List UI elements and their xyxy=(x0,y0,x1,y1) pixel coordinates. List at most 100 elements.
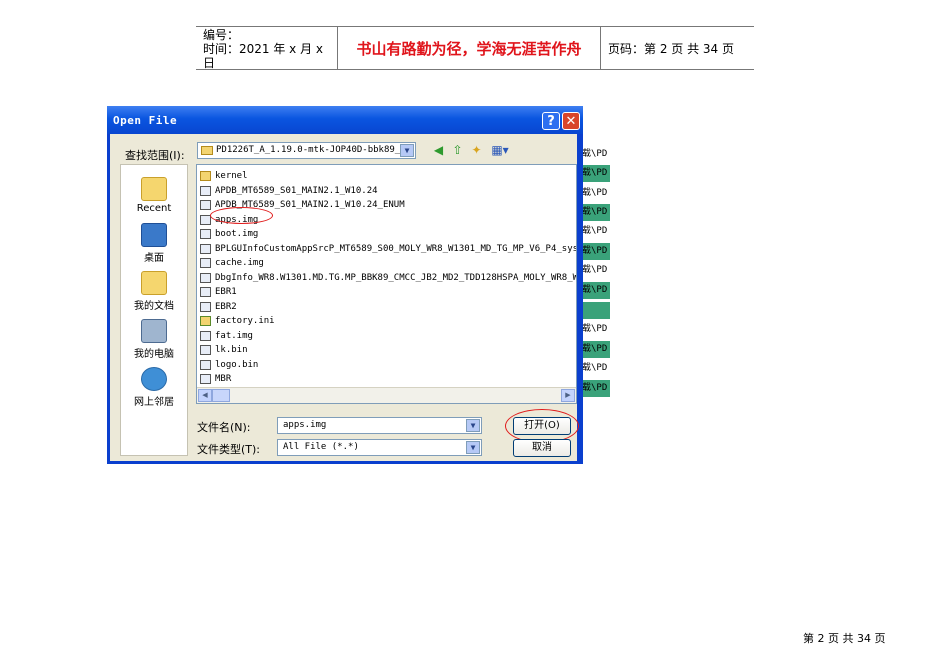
desktop-icon xyxy=(141,223,167,247)
dialog-titlebar[interactable]: Open File ? ✕ xyxy=(107,106,583,134)
serial-label: 编号： xyxy=(203,28,240,42)
dialog-title: Open File xyxy=(113,114,178,127)
file-name: boot.img xyxy=(215,229,259,239)
file-icon xyxy=(200,374,211,384)
file-icon xyxy=(200,345,211,355)
file-icon xyxy=(200,185,211,196)
file-icon xyxy=(200,330,211,341)
look-in-dropdown[interactable]: PD1226T_A_1.19.0-mtk-JOP40D-bbk89_cm ▼ xyxy=(197,142,416,159)
file-item[interactable]: fat.img xyxy=(200,329,253,343)
dialog-body: 查找范围(I): PD1226T_A_1.19.0-mtk-JOP40D-bbk… xyxy=(110,134,579,461)
background-row: 载\PD xyxy=(581,204,610,221)
file-item[interactable]: kernel xyxy=(200,169,248,183)
highlight-ellipse-apps xyxy=(210,207,273,224)
background-row: 载\PD xyxy=(581,165,610,182)
folder-icon xyxy=(201,146,213,155)
page-footer: 第 2 页 共 34 页 xyxy=(803,632,886,645)
header-page-info: 页码：第 2 页 共 34 页 xyxy=(608,41,734,56)
my-computer-icon xyxy=(141,319,167,343)
filename-input[interactable]: apps.img ▼ xyxy=(277,417,482,434)
place-label: 我的文档 xyxy=(134,301,174,312)
filename-value: apps.img xyxy=(283,420,327,430)
back-icon[interactable]: ◀ xyxy=(431,143,446,158)
chevron-down-icon[interactable]: ▼ xyxy=(400,144,414,157)
recent-folder-icon xyxy=(141,177,167,201)
file-item[interactable]: BPLGUInfoCustomAppSrcP_MT6589_S00_MOLY_W… xyxy=(200,242,577,256)
background-row xyxy=(581,302,610,319)
filetype-select[interactable]: All File (*.*) ▼ xyxy=(277,439,482,456)
background-row: 载\PD xyxy=(581,341,610,358)
file-name: MBR xyxy=(215,374,232,384)
place-label: 我的电脑 xyxy=(134,349,174,360)
file-name: lk.bin xyxy=(215,345,248,355)
file-item[interactable]: boot.img xyxy=(200,227,258,241)
file-item[interactable]: logo.bin xyxy=(200,358,258,372)
file-name: factory.ini xyxy=(215,316,275,326)
places-bar: Recent 桌面 我的文档 我的电脑 网上邻居 xyxy=(120,164,188,456)
file-item[interactable]: MBR xyxy=(200,372,231,386)
help-button[interactable]: ? xyxy=(542,112,560,130)
place-label: 网上邻居 xyxy=(134,397,174,408)
file-name: logo.bin xyxy=(215,359,259,370)
file-item[interactable]: DbgInfo_WR8.W1301.MD.TG.MP_BBK89_CMCC_JB… xyxy=(200,271,577,285)
filename-label: 文件名(N): xyxy=(197,421,251,434)
chevron-down-icon[interactable]: ▼ xyxy=(466,419,480,432)
file-item[interactable]: lk.bin xyxy=(200,343,248,357)
file-item[interactable]: cache.img xyxy=(200,256,264,270)
chevron-down-icon[interactable]: ▼ xyxy=(466,441,480,454)
file-item[interactable]: APDB_MT6589_S01_MAIN2.1_W10.24 xyxy=(200,184,378,198)
view-menu-icon[interactable]: ▦▾ xyxy=(489,143,511,158)
place-network[interactable]: 网上邻居 xyxy=(121,367,187,408)
scroll-thumb[interactable] xyxy=(212,389,230,402)
file-name: cache.img xyxy=(215,258,264,268)
document-header: 编号： 时间：2021 年 x 月 x 日 书山有路勤为径，学海无涯苦作舟 页码… xyxy=(196,26,754,70)
filetype-value: All File (*.*) xyxy=(283,442,359,452)
file-icon xyxy=(200,287,211,297)
cancel-button[interactable]: 取消 xyxy=(513,439,571,457)
file-item[interactable]: EBR1 xyxy=(200,285,237,299)
file-name: BPLGUInfoCustomAppSrcP_MT6589_S00_MOLY_W… xyxy=(215,243,577,254)
file-name: kernel xyxy=(215,171,248,181)
place-recent[interactable]: Recent xyxy=(121,177,187,214)
background-row: 载\PD xyxy=(581,380,610,397)
time-label: 时间：2021 年 x 月 x 日 xyxy=(203,42,324,70)
file-icon xyxy=(200,229,211,239)
file-name: DbgInfo_WR8.W1301.MD.TG.MP_BBK89_CMCC_JB… xyxy=(215,272,577,283)
background-row: 载\PD xyxy=(581,282,610,299)
background-row: 载\PD xyxy=(581,360,610,377)
file-icon xyxy=(200,301,211,312)
file-icon xyxy=(200,272,211,283)
scroll-right-icon[interactable]: ▶ xyxy=(561,389,575,402)
background-row: 载\PD xyxy=(581,146,610,163)
background-row: 载\PD xyxy=(581,243,610,260)
new-folder-icon[interactable]: ✦ xyxy=(469,143,484,158)
file-icon xyxy=(200,359,211,370)
place-my-documents[interactable]: 我的文档 xyxy=(121,271,187,312)
place-my-computer[interactable]: 我的电脑 xyxy=(121,319,187,360)
header-left-cell: 编号： 时间：2021 年 x 月 x 日 xyxy=(196,27,338,70)
close-button[interactable]: ✕ xyxy=(562,112,580,130)
background-row: 载\PD xyxy=(581,223,610,240)
look-in-value: PD1226T_A_1.19.0-mtk-JOP40D-bbk89_cm xyxy=(216,145,412,155)
file-list[interactable]: kernel APDB_MT6589_S01_MAIN2.1_W10.24 APDB… xyxy=(196,164,577,404)
open-file-dialog: Open File ? ✕ 查找范围(I): PD1226T_A_1.19.0-… xyxy=(107,106,583,464)
file-name: fat.img xyxy=(215,330,253,341)
header-motto: 书山有路勤为径，学海无涯苦作舟 xyxy=(338,27,601,69)
place-desktop[interactable]: 桌面 xyxy=(121,223,187,264)
background-row: 载\PD xyxy=(581,262,610,279)
file-icon xyxy=(200,200,211,210)
highlight-ellipse-open xyxy=(505,409,579,443)
up-folder-icon[interactable]: ⇧ xyxy=(450,143,465,158)
horizontal-scrollbar[interactable]: ◀ ▶ xyxy=(197,387,576,403)
file-item[interactable]: factory.ini xyxy=(200,314,275,328)
file-name: EBR2 xyxy=(215,301,237,312)
file-icon xyxy=(200,316,211,326)
background-row: 载\PD xyxy=(581,321,610,338)
place-label: 桌面 xyxy=(144,253,164,264)
my-documents-icon xyxy=(141,271,167,295)
filetype-label: 文件类型(T): xyxy=(197,443,261,456)
folder-icon xyxy=(200,171,211,181)
file-icon xyxy=(200,243,211,254)
scroll-left-icon[interactable]: ◀ xyxy=(198,389,212,402)
file-item[interactable]: EBR2 xyxy=(200,300,237,314)
